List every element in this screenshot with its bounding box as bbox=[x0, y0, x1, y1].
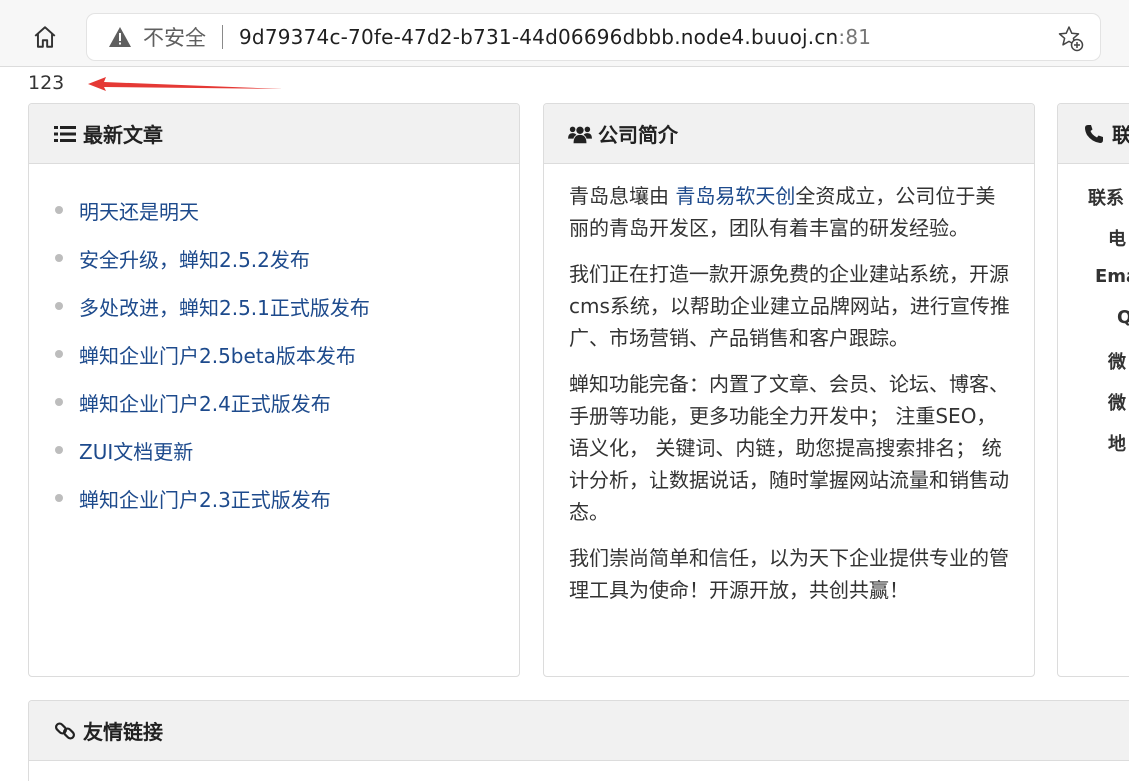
contact-label: 微 bbox=[1108, 393, 1126, 414]
intro-text: 青岛息壤由 bbox=[569, 184, 676, 208]
list-icon bbox=[53, 123, 77, 145]
friend-links-header: 友情链接 bbox=[29, 701, 1129, 761]
url-port: :81 bbox=[838, 25, 872, 49]
security-label[interactable]: 不安全 bbox=[143, 22, 206, 52]
friend-links-title: 友情链接 bbox=[83, 720, 163, 744]
contact-label: 微 bbox=[1108, 352, 1126, 373]
intro-paragraph: 蝉知功能完备：内置了文章、会员、论坛、博客、手册等功能，更多功能全力开发中； 注… bbox=[569, 372, 1009, 524]
list-item[interactable]: 安全升级，蝉知2.5.2发布 bbox=[53, 234, 519, 282]
article-link[interactable]: 明天还是明天 bbox=[79, 196, 199, 225]
list-item[interactable]: 明天还是明天 bbox=[53, 186, 519, 234]
contact-panel: 联 联系 电 Ema Q 微 微 地 bbox=[1057, 103, 1129, 677]
url-host: 9d79374c-70fe-47d2-b731-44d06696dbbb.nod… bbox=[239, 25, 839, 49]
company-intro-body: 青岛息壤由 青岛易软天创全资成立，公司位于美丽的青岛开发区，团队有着丰富的研发经… bbox=[544, 164, 1034, 606]
company-intro-panel: 公司简介 青岛息壤由 青岛易软天创全资成立，公司位于美丽的青岛开发区，团队有着丰… bbox=[543, 103, 1035, 677]
browser-toolbar: 不安全 9d79374c-70fe-47d2-b731-44d06696dbbb… bbox=[0, 0, 1129, 67]
phone-icon bbox=[1082, 123, 1106, 145]
home-icon bbox=[34, 26, 56, 48]
company-intro-header: 公司简介 bbox=[544, 104, 1034, 164]
latest-articles-header: 最新文章 bbox=[29, 104, 519, 164]
article-link[interactable]: 多处改进，蝉知2.5.1正式版发布 bbox=[79, 292, 370, 321]
contact-label: Q bbox=[1058, 307, 1129, 348]
company-link[interactable]: 青岛易软天创 bbox=[675, 184, 795, 208]
contact-label: 电 bbox=[1108, 229, 1126, 250]
intro-paragraph: 青岛息壤由 青岛易软天创全资成立，公司位于美丽的青岛开发区，团队有着丰富的研发经… bbox=[569, 180, 1010, 244]
contact-list: 联系 电 Ema Q 微 微 地 bbox=[1058, 164, 1129, 471]
address-bar[interactable]: 不安全 9d79374c-70fe-47d2-b731-44d06696dbbb… bbox=[87, 14, 1100, 60]
latest-articles-panel: 最新文章 明天还是明天 安全升级，蝉知2.5.2发布 多处改进，蝉知2.5.1正… bbox=[28, 103, 520, 677]
annotation-arrow-icon bbox=[88, 77, 283, 91]
list-item[interactable]: 多处改进，蝉知2.5.1正式版发布 bbox=[53, 282, 519, 330]
article-link[interactable]: ZUI文档更新 bbox=[79, 436, 193, 465]
article-list: 明天还是明天 安全升级，蝉知2.5.2发布 多处改进，蝉知2.5.1正式版发布 … bbox=[29, 164, 519, 522]
article-link[interactable]: 安全升级，蝉知2.5.2发布 bbox=[79, 244, 310, 273]
contact-label: 地 bbox=[1108, 434, 1126, 455]
latest-articles-title: 最新文章 bbox=[83, 123, 163, 147]
address-divider bbox=[222, 25, 223, 49]
friend-links-panel: 友情链接 bbox=[28, 700, 1129, 781]
contact-label: Ema bbox=[1095, 266, 1129, 287]
users-icon bbox=[568, 123, 592, 145]
contact-title: 联 bbox=[1112, 119, 1129, 148]
warning-icon[interactable] bbox=[107, 25, 133, 49]
list-item[interactable]: ZUI文档更新 bbox=[53, 426, 519, 474]
home-button[interactable] bbox=[26, 18, 64, 56]
list-item[interactable]: 蝉知企业门户2.5beta版本发布 bbox=[53, 330, 519, 378]
list-item[interactable]: 蝉知企业门户2.4正式版发布 bbox=[53, 378, 519, 426]
company-intro-title: 公司简介 bbox=[598, 123, 678, 147]
contact-label: 联系 bbox=[1088, 188, 1124, 209]
output-text: 123 bbox=[28, 72, 65, 94]
favorite-add-icon bbox=[1058, 26, 1084, 52]
intro-paragraph: 我们正在打造一款开源免费的企业建站系统，开源cms系统，以帮助企业建立品牌网站，… bbox=[569, 262, 1010, 350]
intro-paragraph: 我们崇尚简单和信任，以为天下企业提供专业的管理工具为使命！开源开放，共创共赢！ bbox=[569, 546, 1009, 602]
list-item[interactable]: 蝉知企业门户2.3正式版发布 bbox=[53, 474, 519, 522]
article-link[interactable]: 蝉知企业门户2.4正式版发布 bbox=[79, 388, 331, 417]
article-link[interactable]: 蝉知企业门户2.3正式版发布 bbox=[79, 484, 331, 513]
url-text[interactable]: 9d79374c-70fe-47d2-b731-44d06696dbbb.nod… bbox=[239, 25, 871, 49]
link-icon bbox=[53, 720, 77, 742]
contact-header: 联 bbox=[1058, 104, 1129, 164]
favorite-add-button[interactable] bbox=[1056, 24, 1084, 52]
article-link[interactable]: 蝉知企业门户2.5beta版本发布 bbox=[79, 340, 356, 369]
